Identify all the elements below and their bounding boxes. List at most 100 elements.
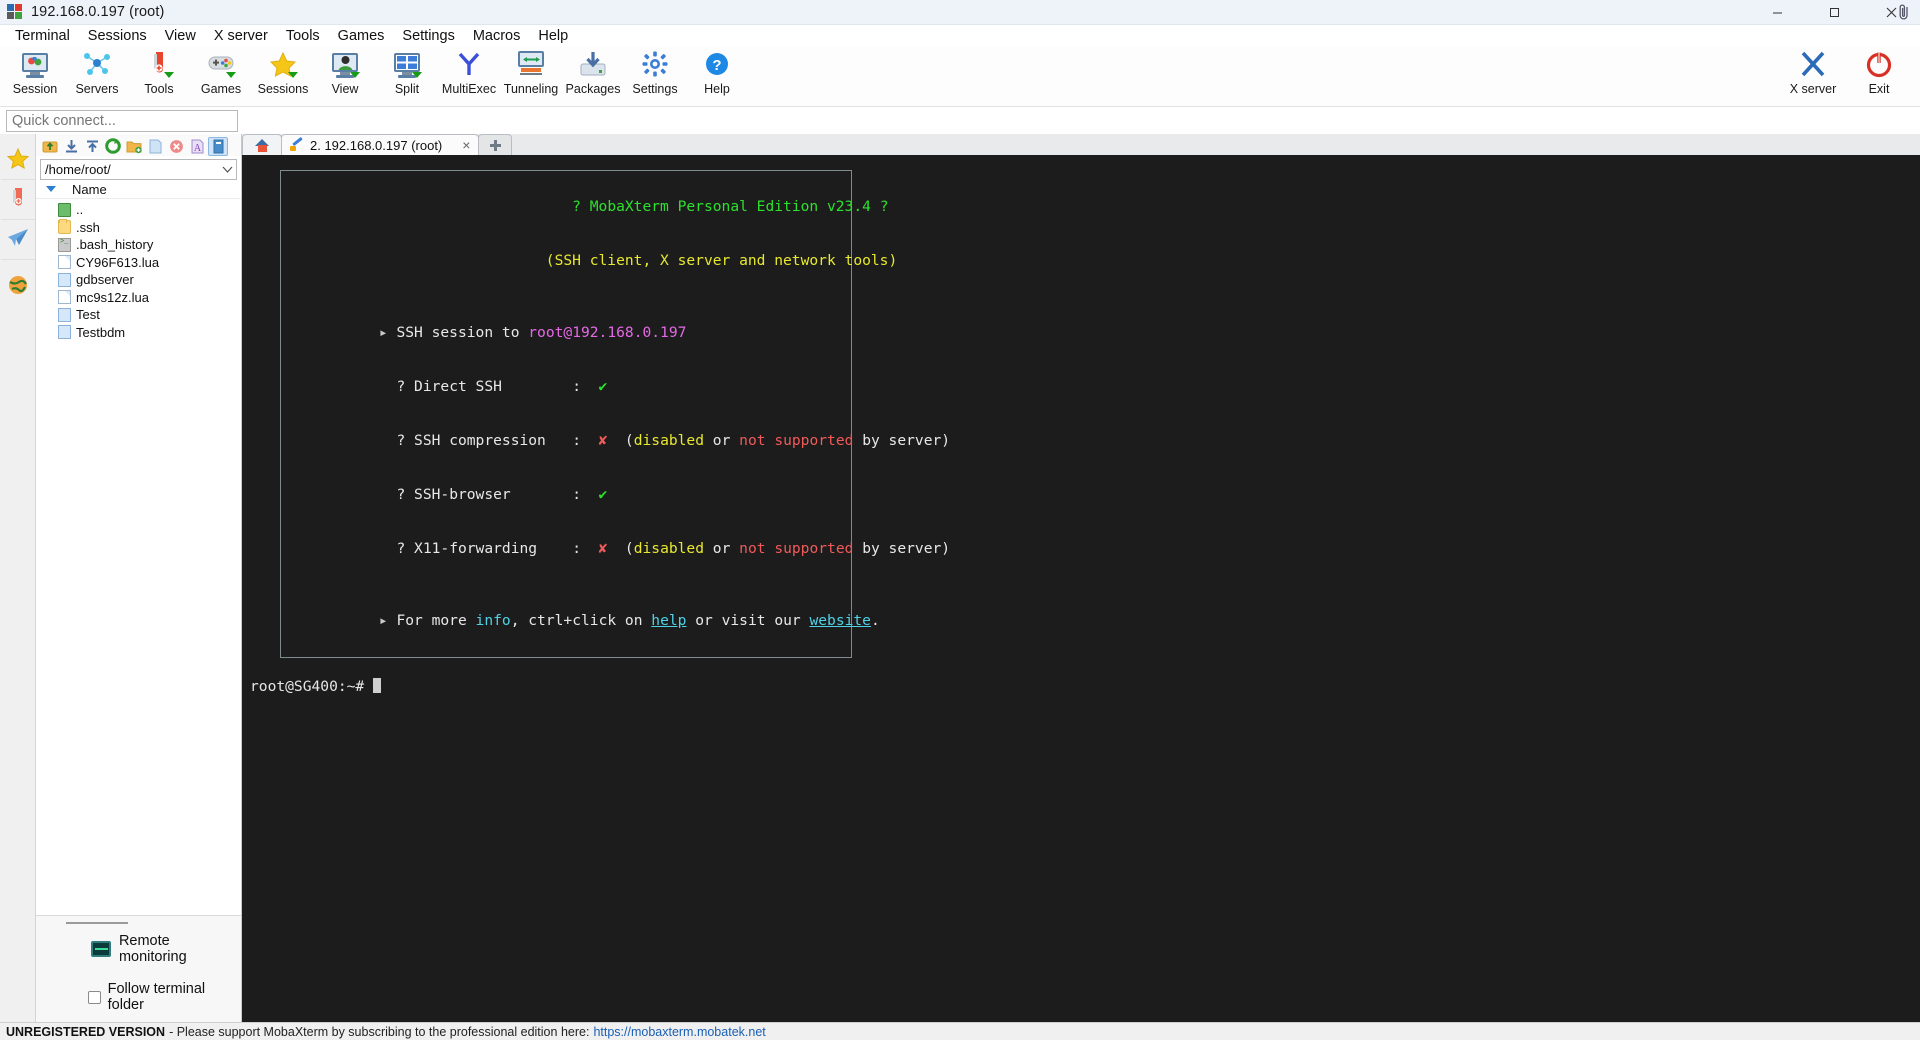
attach-paperclip-icon[interactable] xyxy=(1896,3,1912,21)
file-name: .ssh xyxy=(76,219,100,235)
browser-toolbar: A xyxy=(36,134,241,156)
text-cursor xyxy=(373,678,382,693)
banner-subtitle: (SSH client, X server and network tools) xyxy=(545,252,898,269)
parent-folder-icon[interactable] xyxy=(40,137,60,156)
note-not-supported: not supported xyxy=(739,432,854,449)
split-panes-icon xyxy=(392,50,422,80)
note-or: or xyxy=(704,432,740,449)
menu-view[interactable]: View xyxy=(156,25,205,47)
parent-folder-icon xyxy=(58,202,71,217)
help-link[interactable]: help xyxy=(651,612,686,629)
banner-title: MobaXterm Personal Edition v23.4 xyxy=(589,198,871,215)
terminal-output[interactable]: ? MobaXterm Personal Edition v23.4 ? (SS… xyxy=(242,156,1920,1022)
tab-home[interactable] xyxy=(242,134,282,155)
toolbar-settings-button[interactable]: Settings xyxy=(624,47,686,105)
refresh-icon[interactable] xyxy=(103,137,123,156)
toolbar-tunneling-button[interactable]: Tunneling xyxy=(500,47,562,105)
sort-descending-icon[interactable] xyxy=(46,186,56,192)
follow-terminal-folder-row[interactable]: Follow terminal folder xyxy=(36,981,241,1013)
rail-tools-button[interactable] xyxy=(0,180,35,220)
follow-terminal-folder-label: Follow terminal folder xyxy=(107,981,206,1013)
toolbar-sessions-button[interactable]: Sessions xyxy=(252,47,314,105)
browser-column-header[interactable]: Name xyxy=(36,180,241,199)
delete-icon[interactable] xyxy=(166,137,186,156)
mobaxterm-website-link[interactable]: https://mobaxterm.mobatek.net xyxy=(593,1025,765,1039)
prompt-text: root@SG400:~# xyxy=(250,678,374,695)
menu-sessions[interactable]: Sessions xyxy=(79,25,156,47)
toolbar-servers-button[interactable]: Servers xyxy=(66,47,128,105)
toolbar-xserver-button[interactable]: X server xyxy=(1780,47,1846,105)
tab-session[interactable]: 2. 192.168.0.197 (root) × xyxy=(281,134,480,155)
menu-help[interactable]: Help xyxy=(529,25,577,47)
toolbar-split-button[interactable]: Split xyxy=(376,47,438,105)
menu-games[interactable]: Games xyxy=(329,25,394,47)
path-combobox[interactable]: /home/root/ xyxy=(40,159,237,180)
bullet-icon: ▸ xyxy=(378,612,388,629)
shell-prompt[interactable]: root@SG400:~# xyxy=(250,678,1920,696)
binary-file-icon xyxy=(58,325,71,340)
terminal-file-icon xyxy=(58,237,71,252)
list-item[interactable]: .. xyxy=(36,201,241,219)
download-icon[interactable] xyxy=(61,137,81,156)
tab-session-label: 2. 192.168.0.197 (root) xyxy=(310,137,443,153)
toolbar-view-button[interactable]: View xyxy=(314,47,376,105)
list-item[interactable]: CY96F613.lua xyxy=(36,254,241,272)
folder-icon xyxy=(58,219,71,235)
close-icon[interactable]: × xyxy=(462,137,470,153)
upload-icon[interactable] xyxy=(82,137,102,156)
banner-row: ? X11-forwarding: ✘ (disabled or not sup… xyxy=(396,540,951,557)
chevron-down-icon[interactable] xyxy=(218,164,236,176)
quick-connect-input[interactable] xyxy=(6,109,238,132)
toolbar-help-label: Help xyxy=(704,82,730,96)
column-name-label: Name xyxy=(72,181,107,197)
maximize-button[interactable] xyxy=(1806,0,1863,25)
help-question-icon: ? xyxy=(702,50,732,80)
list-item[interactable]: .bash_history xyxy=(36,236,241,254)
title-bar: 192.168.0.197 (root) xyxy=(0,0,1920,25)
binary-mode-icon[interactable] xyxy=(208,136,228,156)
footer-info: info xyxy=(475,612,511,629)
minimize-button[interactable] xyxy=(1749,0,1806,25)
toolbar-session-button[interactable]: Session xyxy=(4,47,66,105)
list-item[interactable]: mc9s12z.lua xyxy=(36,289,241,307)
toolbar-tools-button[interactable]: Tools xyxy=(128,47,190,105)
menu-tools[interactable]: Tools xyxy=(277,25,329,47)
list-item[interactable]: gdbserver xyxy=(36,271,241,289)
menu-macros[interactable]: Macros xyxy=(464,25,530,47)
list-item[interactable]: .ssh xyxy=(36,219,241,237)
tab-new[interactable] xyxy=(478,134,513,155)
remote-monitoring-label: Remote monitoring xyxy=(118,933,187,965)
remote-monitoring-button[interactable]: Remote monitoring xyxy=(36,933,241,965)
toolbar-exit-button[interactable]: Exit xyxy=(1846,47,1912,105)
new-file-icon[interactable] xyxy=(145,137,165,156)
note-tail: by server) xyxy=(853,540,951,557)
note-disabled: disabled xyxy=(633,540,705,557)
rail-favorites-button[interactable] xyxy=(0,140,35,180)
multiexec-fork-icon xyxy=(454,50,484,80)
menu-x-server[interactable]: X server xyxy=(205,25,277,47)
binary-file-icon xyxy=(58,272,71,287)
tunneling-icon xyxy=(516,50,546,80)
toolbar-packages-button[interactable]: Packages xyxy=(562,47,624,105)
path-value: /home/root/ xyxy=(45,162,111,177)
games-gamepad-icon xyxy=(206,50,236,80)
rail-send-button[interactable] xyxy=(0,220,35,260)
toolbar-settings-label: Settings xyxy=(632,82,678,96)
toolbar-help-button[interactable]: ? Help xyxy=(686,47,748,105)
file-name: CY96F613.lua xyxy=(76,254,160,270)
toolbar-games-button[interactable]: Games xyxy=(190,47,252,105)
list-item[interactable]: Test xyxy=(36,306,241,324)
text-mode-icon[interactable]: A xyxy=(187,137,207,156)
note-or: or xyxy=(704,540,740,557)
new-folder-icon[interactable] xyxy=(124,137,144,156)
list-item[interactable]: Testbdm xyxy=(36,324,241,342)
toolbar-multiexec-button[interactable]: MultiExec xyxy=(438,47,500,105)
follow-terminal-folder-checkbox[interactable] xyxy=(88,990,101,1004)
rail-globe-button[interactable] xyxy=(1,266,35,306)
window-title: 192.168.0.197 (root) xyxy=(31,4,165,20)
row-q: ? xyxy=(396,378,406,395)
website-link[interactable]: website xyxy=(809,612,871,629)
file-list[interactable]: .. .ssh .bash_history CY96F613.lua gdbse… xyxy=(36,199,241,915)
menu-terminal[interactable]: Terminal xyxy=(6,25,79,47)
menu-settings[interactable]: Settings xyxy=(393,25,463,47)
